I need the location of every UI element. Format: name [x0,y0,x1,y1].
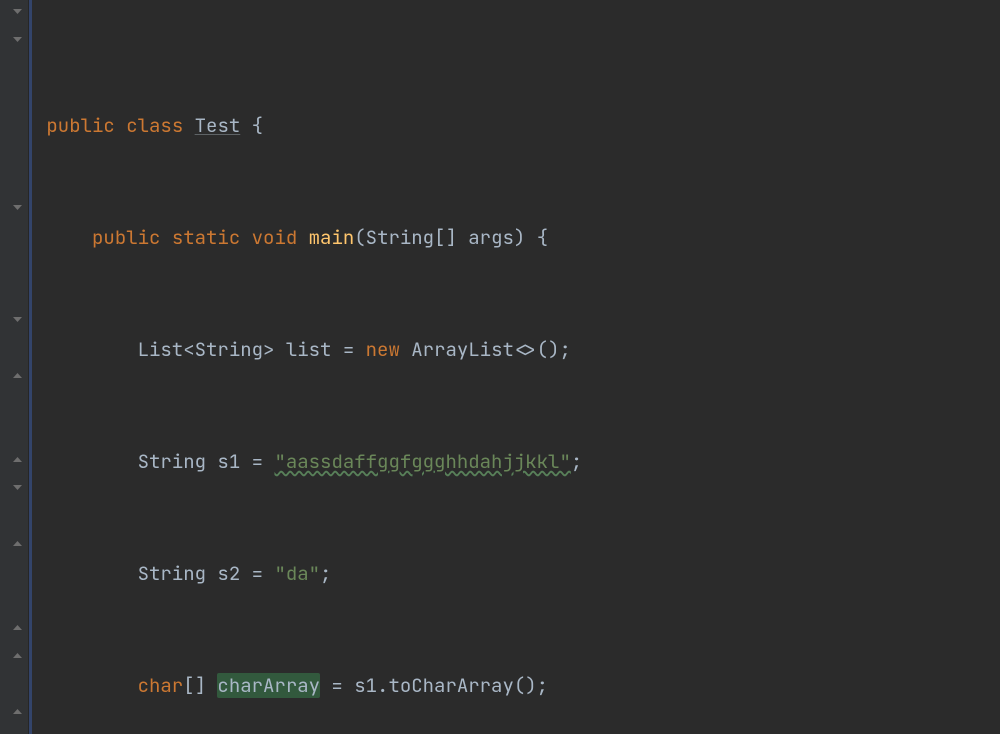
string-literal: "aassdaffggfggghhdahjjkkl" [274,449,570,474]
fold-collapse-icon[interactable] [12,314,23,325]
code-line[interactable]: String s1 = "aassdaffggfggghhdahjjkkl"; [35,448,1000,476]
keyword: public [92,225,160,250]
code-area[interactable]: public class Test { public static void m… [29,0,1000,734]
code-editor[interactable]: public class Test { public static void m… [0,0,1000,734]
fold-collapse-icon[interactable] [12,6,23,17]
code-line[interactable]: public static void main(String[] args) { [35,224,1000,252]
identifier: s2 [217,561,240,586]
type: String [138,449,206,474]
keyword: static [172,225,240,250]
identifier: s1 [217,449,240,474]
keyword: class [126,113,183,138]
fold-expand-icon[interactable] [12,650,23,661]
keyword: char [138,673,184,698]
type: String [138,561,206,586]
type: String [195,337,263,362]
fold-expand-icon[interactable] [12,370,23,381]
type: String [366,225,434,250]
code-line[interactable]: String s2 = "da"; [35,560,1000,588]
identifier: list [286,337,332,362]
fold-collapse-icon[interactable] [12,482,23,493]
keyword: void [252,225,298,250]
class-name: Test [195,113,241,138]
fold-collapse-icon[interactable] [12,34,23,45]
method-call: toCharArray [388,673,513,698]
fold-collapse-icon[interactable] [12,202,23,213]
fold-expand-icon[interactable] [12,706,23,717]
fold-expand-icon[interactable] [12,622,23,633]
fold-expand-icon[interactable] [12,538,23,549]
identifier: charArray [217,673,320,698]
identifier: s1 [354,673,377,698]
method-name: main [309,225,355,250]
type: ArrayList [411,337,514,362]
keyword: public [46,113,114,138]
keyword: new [366,337,400,362]
code-line[interactable]: char[] charArray = s1.toCharArray(); [35,672,1000,700]
caret-line-strip [29,0,32,734]
editor-gutter[interactable] [0,0,29,734]
type: List [138,337,184,362]
code-line[interactable]: List<String> list = new ArrayList<>(); [35,336,1000,364]
code-line[interactable]: public class Test { [35,112,1000,140]
identifier: args [468,225,514,250]
string-literal: "da" [274,561,320,586]
fold-expand-icon[interactable] [12,454,23,465]
